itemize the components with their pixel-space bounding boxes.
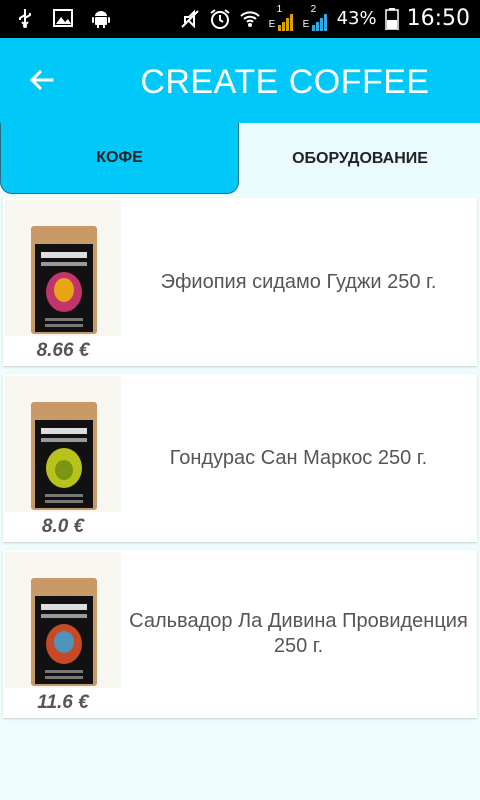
- product-image: [5, 376, 121, 512]
- product-name: Гондурас Сан Маркос 250 г.: [169, 446, 428, 469]
- tab-equipment[interactable]: ОБОРУДОВАНИЕ: [240, 123, 480, 194]
- sim1-signal: 1 E: [268, 4, 295, 31]
- sim1-network-type: E: [268, 18, 276, 30]
- coffee-bag-image: [31, 226, 97, 334]
- sim2-signal: 2 E: [302, 4, 329, 31]
- usb-icon: [19, 9, 31, 28]
- wifi-icon: [239, 10, 260, 27]
- product-image: [5, 200, 121, 336]
- signal-icon: [277, 13, 293, 31]
- sim2-network-type: E: [302, 18, 310, 30]
- status-bar-notifications: [14, 7, 112, 29]
- app-bar: CREATE COFFEE: [0, 38, 480, 123]
- product-name: Эфиопия сидамо Гуджи 250 г.: [160, 270, 437, 293]
- battery-icon: [384, 7, 399, 30]
- product-card[interactable]: 8.0 € Гондурас Сан Маркос 250 г.: [3, 374, 477, 542]
- status-bar: 1 E 2 E 43% 16:50: [0, 0, 480, 38]
- product-image: [5, 552, 121, 688]
- page-title: CREATE COFFEE: [140, 63, 430, 101]
- clock: 16:50: [406, 6, 470, 31]
- category-tabs: КОФЕ ОБОРУДОВАНИЕ: [0, 123, 480, 194]
- product-price: 8.66 €: [36, 340, 90, 361]
- product-card[interactable]: 11.6 € Сальвадор Ла Дивина Провиденция 2…: [3, 550, 477, 718]
- product-name: Сальвадор Ла Дивина Провиденция 250 г.: [129, 610, 468, 657]
- android-icon: [92, 11, 110, 28]
- signal-icon: [311, 13, 327, 31]
- alarm-icon: [209, 8, 230, 29]
- muted-icon: [180, 9, 199, 28]
- coffee-bag-image: [31, 402, 97, 510]
- status-bar-system: 1 E 2 E 43% 16:50: [179, 4, 470, 31]
- product-price: 8.0 €: [41, 516, 85, 537]
- coffee-bag-image: [31, 578, 97, 686]
- tab-coffee[interactable]: КОФЕ: [0, 123, 239, 194]
- battery-percent: 43%: [336, 8, 377, 29]
- product-price: 11.6 €: [37, 692, 89, 713]
- image-icon: [53, 9, 73, 27]
- product-card[interactable]: 8.66 € Эфиопия сидамо Гуджи 250 г.: [3, 198, 477, 366]
